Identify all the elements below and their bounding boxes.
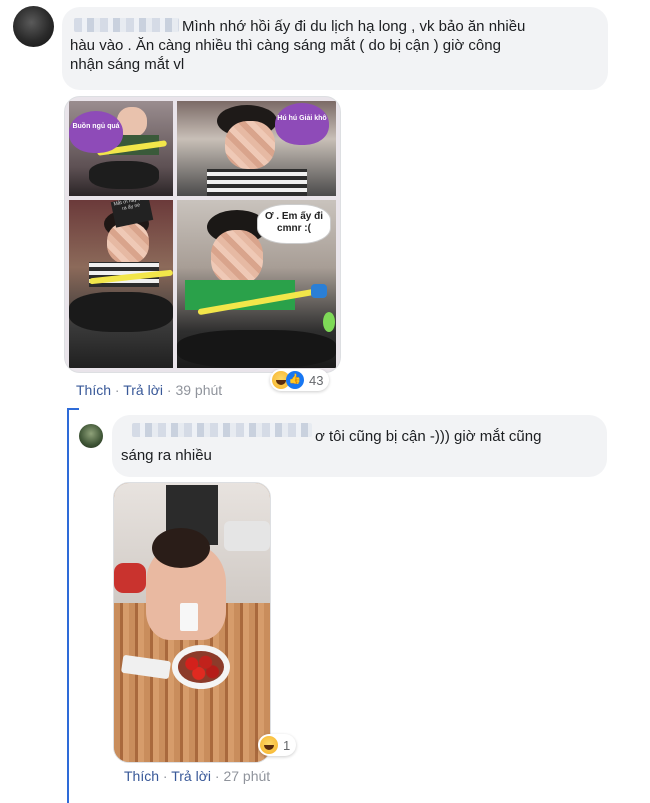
separator: · [114,382,120,398]
collage-panel: Ơ . Em ấy đi cmnr :( [177,200,336,368]
comment-line: nhận sáng mắt vl [70,56,185,73]
timestamp[interactable]: 39 phút [175,382,222,398]
reply-link[interactable]: Trả lời [123,382,163,398]
like-link[interactable]: Thích [124,768,159,784]
timestamp[interactable]: 27 phút [223,768,270,784]
sticker-caption: Buồn ngủ quá [72,123,120,130]
baby-face [211,230,263,285]
collage-panel: Mắt ơi hãy tỉnh ra ấy nè [69,200,173,368]
heart-sticker [69,111,123,153]
separator: · [166,382,172,398]
comment-line: ơ tôi cũng bị cận -))) giờ mắt cũng [315,428,542,445]
highchair-tray [89,161,159,189]
reaction-count: 43 [309,372,324,388]
separator: · [214,768,220,784]
comment-actions: Thích · Trả lời · 39 phút [76,382,222,398]
comment-text: Mình nhớ hồi ấy đi du lịch hạ long , vk … [70,17,602,73]
photo-cup [180,603,198,631]
photo-child-hair [152,528,210,568]
photo-strawberries [178,651,224,683]
toy-figure [323,312,335,332]
highchair-tray [177,330,336,368]
replier-avatar[interactable] [79,424,103,448]
reply-link[interactable]: Trả lời [171,768,211,784]
baby-face [225,121,275,169]
heart-sticker [275,103,329,145]
comment-line: hàu vào . Ăn càng nhiều thì càng sáng mắ… [70,37,501,54]
speech-bubble: Ơ . Em ấy đi cmnr :( [257,204,331,244]
photo-red-cloth [114,563,146,593]
commenter-avatar[interactable] [13,6,54,47]
sticker-caption: Hú hú Giải khô [277,115,327,122]
reaction-summary[interactable]: 👍 43 [270,369,330,391]
haha-icon [260,736,278,754]
reply-text: ơ tôi cũng bị cận -))) giờ mắt cũng sáng… [121,427,605,464]
photo-cushion [224,521,270,551]
blurred-author-name[interactable] [132,423,312,437]
separator: · [162,768,168,784]
reply-actions: Thích · Trả lời · 27 phút [124,768,270,784]
comment-photo-collage[interactable]: Buồn ngủ quá Hú hú Giải khô Mắt ơi hãy t… [64,96,341,373]
baby-shirt [207,169,307,196]
reaction-summary[interactable]: 1 [258,734,297,756]
highchair-tray [69,292,173,332]
comment-line: sáng ra nhiều [121,447,212,464]
baby-face [107,222,149,264]
comment-line: Mình nhớ hồi ấy đi du lịch hạ long , vk … [182,18,526,35]
reaction-count: 1 [283,737,291,753]
reply-thread-line [67,410,69,803]
toy-block [311,284,327,298]
like-icon: 👍 [286,371,304,389]
like-link[interactable]: Thích [76,382,111,398]
reply-photo[interactable] [113,482,271,763]
collage-panel: Buồn ngủ quá [69,101,173,196]
blurred-author-name[interactable] [74,18,179,32]
collage-panel: Hú hú Giải khô [177,101,336,196]
